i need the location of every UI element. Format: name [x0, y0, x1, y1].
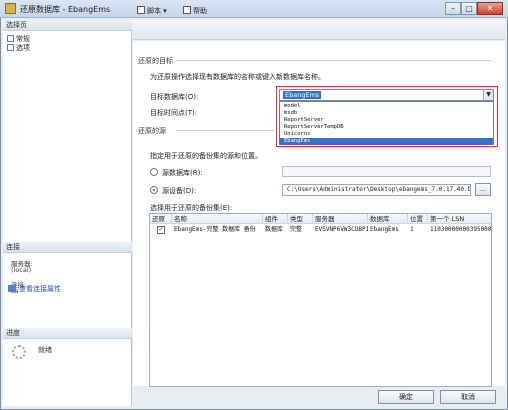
close-button[interactable]: ✕ [477, 2, 503, 15]
toolbar [133, 20, 505, 40]
column-header[interactable]: 类型 [288, 214, 313, 224]
backup-sets-label: 选择用于还原的备份集(E): [150, 204, 233, 212]
chevron-down-icon: ▾ [161, 7, 167, 15]
script-label: 脚本 [147, 7, 161, 15]
cell-name: EbangEms-完整 数据库 备份 [174, 226, 256, 233]
connection-header: 连接 [3, 242, 132, 253]
column-header[interactable]: 组件 [263, 214, 288, 224]
page-general-label: 常规 [16, 35, 30, 43]
properties-icon [8, 285, 16, 292]
column-header[interactable]: 服务器 [313, 214, 368, 224]
source-db-label: 源数据库(R): [162, 169, 203, 177]
view-connection-label: 查看连接属性 [19, 285, 61, 293]
column-header[interactable]: 还原 [150, 214, 172, 224]
progress-status: 就绪 [38, 346, 52, 354]
page-icon [7, 44, 14, 51]
page-options[interactable]: 选项 [7, 43, 30, 53]
source-section-title: 还原的源 [138, 127, 166, 135]
cell-first-lsn: 110300000003950005 [430, 226, 492, 233]
progress-header: 进度 [3, 328, 132, 339]
source-device-label: 源设备(D): [162, 187, 197, 195]
page-options-label: 选项 [16, 44, 30, 52]
column-header[interactable]: 数据库 [368, 214, 408, 224]
browse-button[interactable]: ... [475, 183, 491, 196]
cancel-button[interactable]: 取消 [440, 390, 496, 404]
cell-type: 完整 [290, 226, 303, 233]
cell-database: EbangEms [370, 226, 399, 233]
database-icon [5, 3, 16, 14]
source-instruction: 指定用于还原的备份集的源和位置。 [150, 152, 262, 160]
view-connection-properties-link[interactable]: 查看连接属性 [8, 284, 61, 294]
source-database-radio[interactable] [150, 168, 158, 176]
column-header[interactable]: 名称 [172, 214, 263, 224]
source-device-field[interactable]: C:\Users\Administrator\Desktop\ebangems_… [282, 184, 471, 196]
target-section-title: 还原的目标 [138, 57, 173, 65]
cell-position: 1 [410, 226, 414, 233]
column-header[interactable]: 第一个 LSN [428, 214, 491, 224]
ok-button[interactable]: 确定 [378, 390, 434, 404]
column-header[interactable]: 位置 [408, 214, 428, 224]
cell-server: EVSVNP6VW3CUBPI [315, 226, 368, 233]
help-icon [183, 6, 191, 14]
target-db-label: 目标数据库(O): [150, 93, 199, 101]
window-title: 还原数据库 - EbangEms [20, 5, 111, 14]
server-value: (local) [11, 266, 32, 274]
maximize-button[interactable]: □ [461, 2, 477, 15]
restore-checkbox[interactable]: ✓ [157, 226, 165, 234]
progress-spinner-icon [12, 345, 26, 359]
target-instruction: 为还原操作选择现有数据库的名称或键入新数据库名称。 [150, 73, 325, 81]
script-icon [137, 6, 145, 14]
section-divider [176, 130, 274, 131]
annotation-highlight-box [276, 86, 498, 147]
help-label: 帮助 [193, 7, 207, 15]
select-page-header: 选择页 [3, 20, 132, 31]
source-device-radio[interactable] [150, 186, 158, 194]
minimize-button[interactable]: – [445, 2, 461, 15]
target-time-label: 目标时间点(T): [150, 109, 198, 117]
help-button[interactable]: 帮助 [183, 6, 207, 16]
script-button[interactable]: 脚本 ▾ [137, 6, 167, 16]
backup-sets-grid: 还原 名称 组件 类型 服务器 数据库 位置 第一个 LSN ✓ EbangEm… [149, 213, 492, 387]
source-database-select[interactable] [282, 166, 491, 177]
cell-component: 数据库 [265, 226, 284, 233]
section-divider [176, 60, 492, 61]
page-icon [7, 35, 14, 42]
